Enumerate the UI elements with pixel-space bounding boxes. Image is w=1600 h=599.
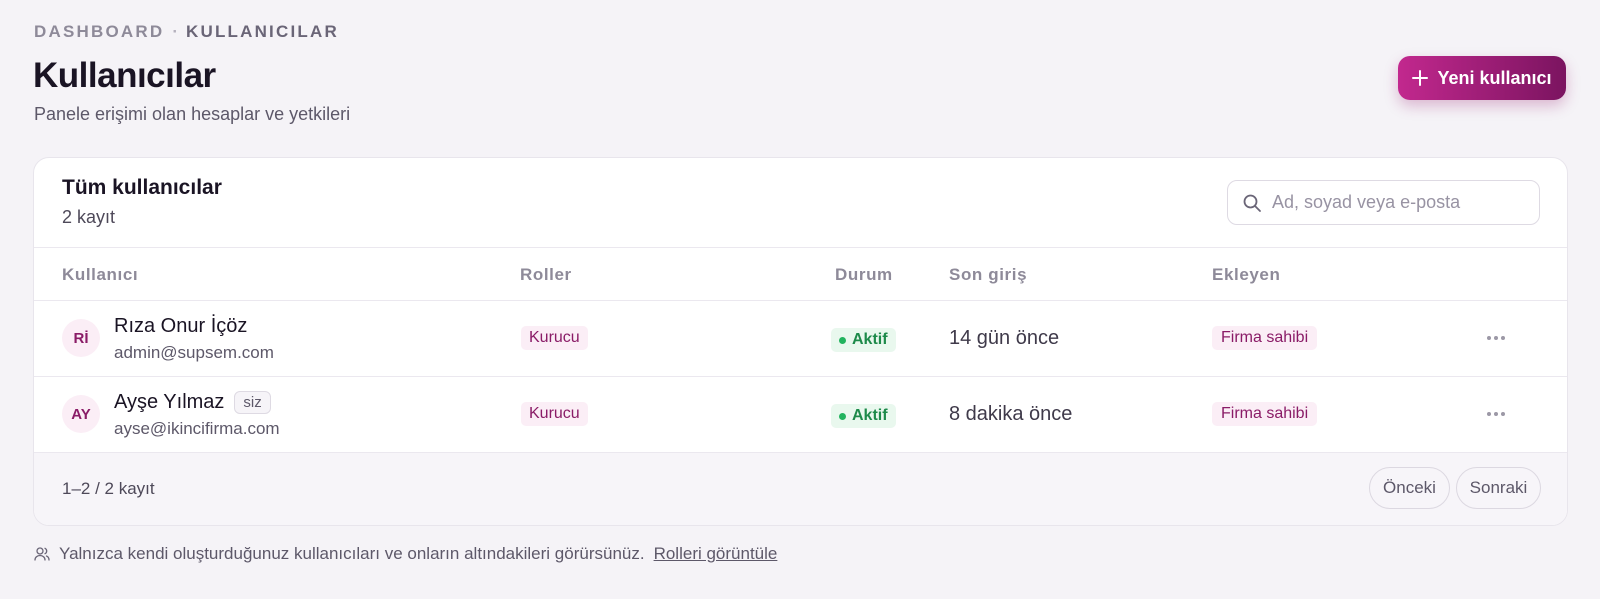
column-header-status[interactable]: Durum	[835, 265, 893, 285]
last-login: 8 dakika önce	[949, 403, 1073, 425]
footer-note-text: Yalnızca kendi oluşturduğunuz kullanıcıl…	[59, 544, 645, 563]
record-count: 2 kayıt	[62, 207, 116, 227]
role-badge: Kurucu	[521, 402, 588, 426]
user-name-text: Ayşe Yılmaz	[114, 391, 225, 413]
user-name: Rıza Onur İçöz	[114, 315, 247, 338]
breadcrumb: DASHBOARD · KULLANICILAR	[34, 22, 339, 42]
new-user-button-label: Yeni kullanıcı	[1437, 67, 1552, 88]
next-page-button[interactable]: Sonraki	[1456, 467, 1541, 509]
column-header-user[interactable]: Kullanıcı	[62, 265, 138, 285]
status-dot-icon	[839, 412, 846, 420]
added-by-badge: Firma sahibi	[1212, 326, 1318, 350]
plus-icon	[1412, 70, 1429, 86]
card-title: Tüm kullanıcılar	[62, 176, 222, 199]
user-email: ayse@ikincifirma.com	[114, 419, 280, 438]
breadcrumb-root[interactable]: DASHBOARD	[34, 22, 164, 42]
new-user-button[interactable]: Yeni kullanıcı	[1398, 56, 1566, 100]
column-header-added-by[interactable]: Ekleyen	[1212, 265, 1280, 285]
footer-note: Yalnızca kendi oluşturduğunuz kullanıcıl…	[34, 544, 777, 564]
search-icon	[1243, 194, 1261, 212]
column-header-roles[interactable]: Roller	[520, 265, 572, 285]
you-badge: siz	[234, 391, 271, 414]
user-name-text: Rıza Onur İçöz	[114, 315, 248, 337]
search-box[interactable]	[1227, 180, 1540, 225]
table-header: Kullanıcı Roller Durum Son giriş Ekleyen	[34, 248, 1567, 301]
user-email: admin@supsem.com	[114, 343, 274, 362]
more-horizontal-icon	[1487, 336, 1491, 340]
last-login: 14 gün önce	[949, 327, 1060, 349]
column-header-last-login[interactable]: Son giriş	[949, 265, 1027, 285]
status-dot-icon	[839, 336, 846, 344]
status-badge: Aktif	[831, 404, 896, 428]
page-subtitle: Panele erişimi olan hesaplar ve yetkiler…	[34, 104, 351, 124]
role-badge: Kurucu	[521, 326, 588, 350]
users-card: Tüm kullanıcılar 2 kayıt Kullanıcı Rolle…	[33, 157, 1568, 526]
more-horizontal-icon	[1487, 412, 1491, 416]
row-actions-button[interactable]	[1481, 399, 1511, 429]
table-row[interactable]: Rİ Rıza Onur İçöz admin@supsem.com Kuruc…	[34, 301, 1567, 377]
avatar: Rİ	[62, 319, 100, 357]
previous-page-button[interactable]: Önceki	[1369, 467, 1450, 509]
table-footer: 1–2 / 2 kayıt Önceki Sonraki	[34, 453, 1567, 525]
status-label: Aktif	[852, 407, 888, 424]
added-by-badge: Firma sahibi	[1212, 402, 1318, 426]
table-row[interactable]: AY Ayşe Yılmaz siz ayse@ikincifirma.com …	[34, 377, 1567, 453]
breadcrumb-current: KULLANICILAR	[185, 22, 339, 41]
search-input[interactable]	[1272, 192, 1522, 213]
page-title: Kullanıcılar	[33, 56, 216, 95]
view-roles-link[interactable]: Rolleri görüntüle	[654, 544, 778, 564]
pagination-info: 1–2 / 2 kayıt	[62, 479, 155, 498]
row-actions-button[interactable]	[1481, 323, 1511, 353]
breadcrumb-separator: ·	[172, 22, 178, 41]
status-badge: Aktif	[831, 328, 896, 352]
user-name: Ayşe Yılmaz siz	[114, 391, 271, 414]
avatar: AY	[62, 395, 100, 433]
users-icon	[34, 547, 50, 561]
status-label: Aktif	[852, 331, 888, 348]
card-header: Tüm kullanıcılar 2 kayıt	[34, 158, 1567, 248]
